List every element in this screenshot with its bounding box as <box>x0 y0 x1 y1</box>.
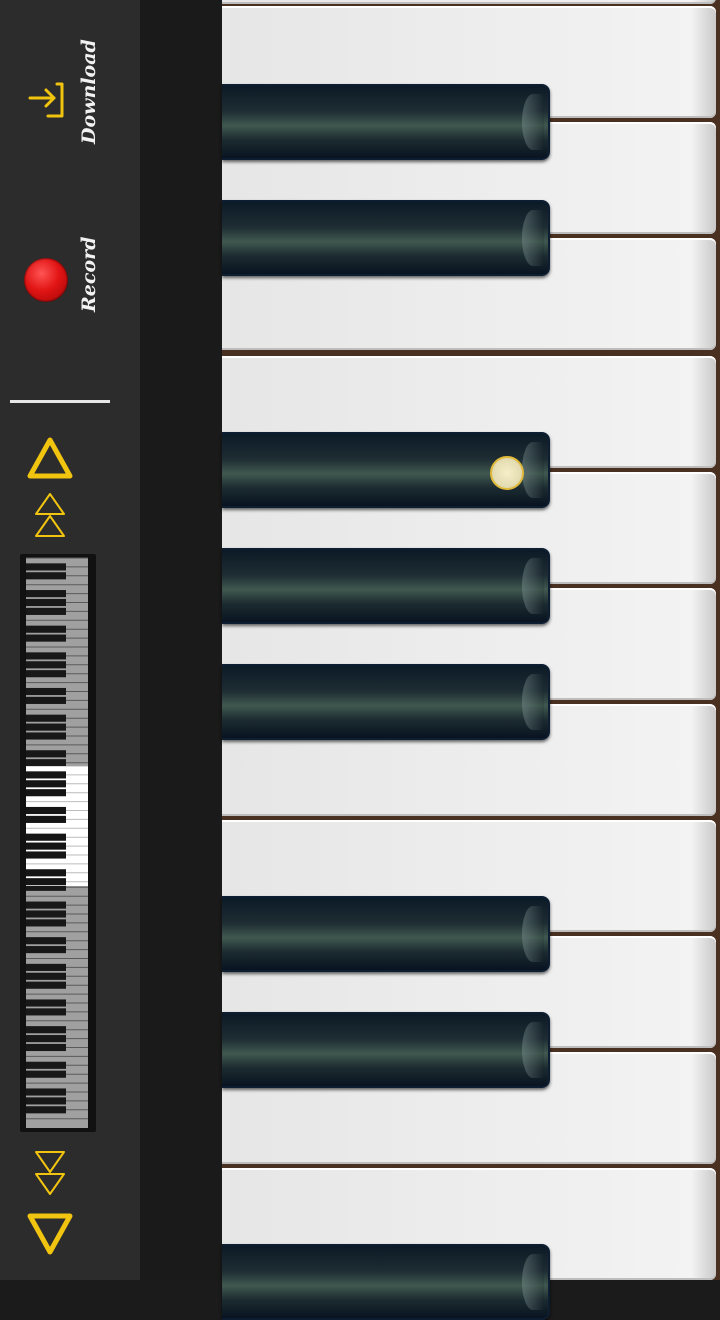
black-key[interactable] <box>222 1244 550 1320</box>
triangle-down-icon[interactable] <box>26 1212 74 1256</box>
control-sidebar: Download Record <box>0 0 140 1280</box>
keyboard-gutter <box>140 0 222 1280</box>
download-button[interactable] <box>0 40 140 160</box>
visible-range-keys <box>26 766 88 886</box>
black-key[interactable] <box>222 664 550 740</box>
double-triangle-up-icon[interactable] <box>32 492 68 540</box>
double-triangle-down-icon[interactable] <box>32 1150 68 1198</box>
black-key[interactable] <box>222 200 550 276</box>
black-key[interactable] <box>222 84 550 160</box>
download-icon <box>28 82 64 118</box>
record-label: Record <box>78 236 100 312</box>
record-button[interactable] <box>0 230 140 330</box>
download-label: Download <box>78 39 100 144</box>
black-key[interactable] <box>222 548 550 624</box>
record-icon <box>24 258 68 302</box>
white-key[interactable] <box>222 0 716 4</box>
black-key[interactable] <box>222 1012 550 1088</box>
piano-keyboard <box>222 0 720 1320</box>
black-key[interactable] <box>222 896 550 972</box>
sidebar-divider <box>10 400 110 403</box>
touch-indicator <box>490 456 524 490</box>
visible-range-window[interactable] <box>26 766 88 886</box>
triangle-up-icon[interactable] <box>26 436 74 480</box>
